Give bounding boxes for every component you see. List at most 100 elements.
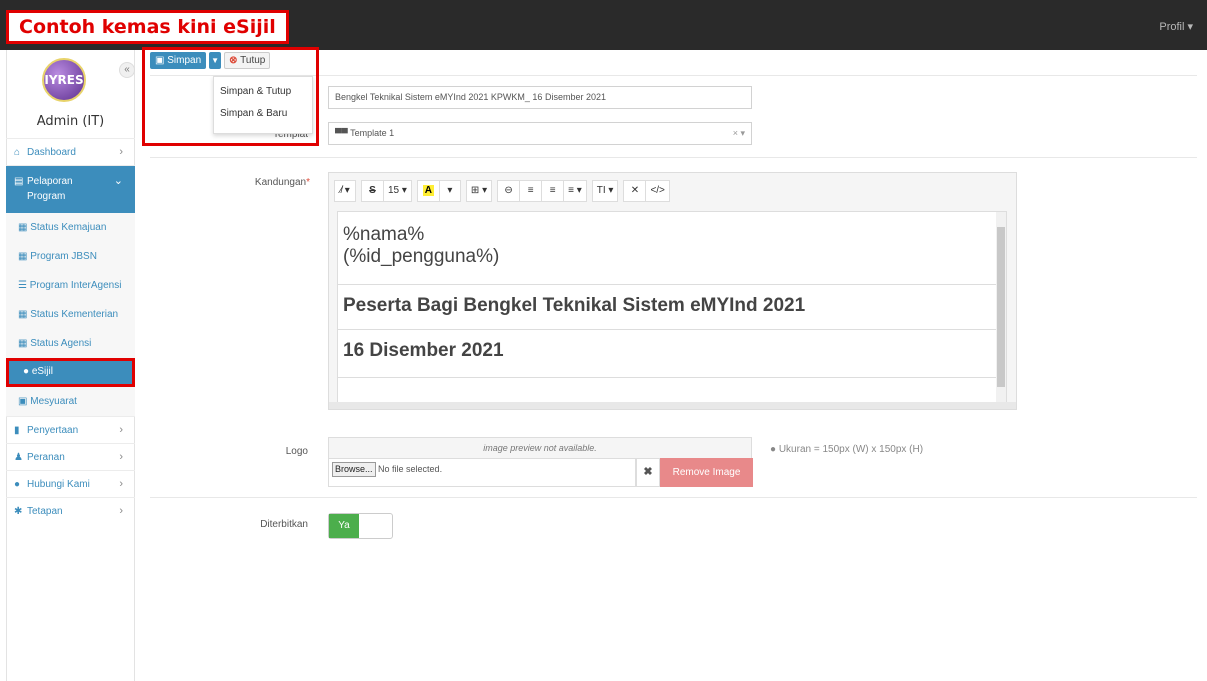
template-clear[interactable]: × ▾ bbox=[733, 123, 745, 144]
divider bbox=[150, 157, 1197, 158]
remove-image-button[interactable]: Remove Image bbox=[660, 458, 753, 487]
rich-text-editor: ⁄̸ ▾ S 15 ▾ A ▾ ⊞ ▾ ⊖ ≡ ≡ ≡ ▾ TI ▾ ✕ </>… bbox=[328, 172, 1017, 410]
sidebar-item-peranan[interactable]: ♟ Peranan › bbox=[6, 443, 135, 470]
sidebar-item-pelaporan[interactable]: ▤ Pelaporan Program ⌄ bbox=[6, 165, 135, 213]
font-size-button[interactable]: 15 ▾ bbox=[383, 180, 412, 202]
sidebar-subitem-esijil[interactable]: ● eSijil bbox=[6, 358, 135, 387]
sidebar-subitem-program-interagensi[interactable]: ☰ Program InterAgensi bbox=[18, 271, 135, 300]
logo-label: Logo bbox=[285, 446, 308, 457]
editor-resize-handle[interactable] bbox=[329, 402, 1016, 409]
strikethrough-button[interactable]: S bbox=[361, 180, 383, 202]
image-preview: image preview not available. bbox=[328, 437, 752, 459]
calendar-icon: ▣ bbox=[18, 396, 31, 407]
color-group: A ▾ bbox=[416, 180, 461, 202]
sidebar-item-dashboard[interactable]: ⌂ Dashboard › bbox=[6, 138, 135, 165]
sidebar-subitem-status-agensi[interactable]: ▦ Status Agensi bbox=[18, 329, 135, 358]
editor-cell: 16 Disember 2021 bbox=[338, 330, 1006, 378]
report-icon: ▤ bbox=[14, 176, 24, 187]
sidebar-item-penyertaan[interactable]: ▮ Penyertaan › bbox=[6, 416, 135, 443]
caption-label: Contoh kemas kini eSijil bbox=[6, 10, 289, 44]
ordered-list-button[interactable]: ≡ bbox=[541, 180, 564, 202]
content-label-text: Kandungan bbox=[254, 177, 307, 188]
template-value: Template 1 bbox=[350, 128, 395, 138]
sidebar-item-label: Tetapan bbox=[27, 505, 63, 517]
sidebar-item-label: Dashboard bbox=[27, 146, 76, 158]
highlight-color-button[interactable]: A bbox=[416, 180, 439, 202]
size-hint: ● Ukuran = 150px (W) x 150px (H) bbox=[770, 444, 923, 455]
admin-name: Admin (IT) bbox=[36, 114, 105, 129]
sidebar-item-label: Penyertaan bbox=[27, 424, 79, 436]
home-icon: ⌂ bbox=[14, 146, 21, 158]
link-button[interactable]: ⊖ bbox=[497, 180, 520, 202]
no-file-text: No file selected. bbox=[378, 464, 443, 474]
table-icon: ▦ bbox=[18, 338, 31, 349]
subitem-label: Mesyuarat bbox=[30, 396, 77, 407]
table-button[interactable]: ⊞ ▾ bbox=[465, 180, 493, 202]
paragraph-button[interactable]: ≡ ▾ bbox=[563, 180, 587, 202]
subitem-label: Status Kemajuan bbox=[30, 222, 107, 233]
title-input[interactable]: Bengkel Teknikal Sistem eMYInd 2021 KPWK… bbox=[328, 86, 752, 109]
chevron-right-icon: › bbox=[119, 505, 123, 517]
table-icon: ▦ bbox=[18, 222, 31, 233]
editor-cell: %nama% (%id_pengguna%) bbox=[338, 212, 1006, 285]
subitem-label: Status Kementerian bbox=[30, 309, 119, 320]
sidebar-collapse-button[interactable]: « bbox=[119, 62, 135, 78]
sidebar-item-label: Hubungi Kami bbox=[27, 478, 90, 490]
editor-cell: Peserta Bagi Bengkel Teknikal Sistem eMY… bbox=[338, 285, 1006, 330]
subitem-label: eSijil bbox=[31, 366, 53, 377]
circle-icon: ● bbox=[23, 366, 32, 377]
divider bbox=[150, 497, 1197, 498]
clipboard-icon: ▮ bbox=[14, 424, 20, 436]
content-line: %nama% bbox=[343, 224, 425, 245]
user-icon: ♟ bbox=[14, 451, 23, 463]
magic-style-button[interactable]: ⁄̸ ▾ bbox=[334, 180, 356, 202]
size-hint-text: Ukuran = 150px (W) x 150px (H) bbox=[778, 444, 924, 455]
chat-icon: ● bbox=[14, 478, 21, 490]
sidebar-nav: ⌂ Dashboard › ▤ Pelaporan Program ⌄ ▦ St… bbox=[6, 138, 135, 524]
editor-toolbar: ⁄̸ ▾ S 15 ▾ A ▾ ⊞ ▾ ⊖ ≡ ≡ ≡ ▾ TI ▾ ✕ </> bbox=[329, 173, 1016, 209]
color-dropdown-button[interactable]: ▾ bbox=[438, 180, 461, 202]
line-height-button[interactable]: TI ▾ bbox=[591, 180, 619, 202]
info-icon: ● bbox=[770, 444, 779, 455]
required-mark: * bbox=[306, 177, 310, 188]
editor-content[interactable]: %nama% (%id_pengguna%) Peserta Bagi Beng… bbox=[337, 211, 1007, 403]
gear-icon: ✱ bbox=[14, 505, 23, 517]
list-icon: ☰ bbox=[18, 280, 30, 291]
chevron-right-icon: › bbox=[119, 478, 123, 490]
submenu: ▦ Status Kemajuan ▦ Program JBSN ☰ Progr… bbox=[6, 213, 135, 416]
list-group: ⊖ ≡ ≡ ≡ ▾ bbox=[497, 180, 587, 202]
chevron-right-icon: › bbox=[119, 451, 123, 463]
profile-menu[interactable]: Profil ▾ bbox=[1159, 20, 1193, 33]
app-logo: IYRES bbox=[42, 58, 86, 102]
chevron-down-icon: ⌄ bbox=[113, 175, 123, 187]
highlight-box bbox=[142, 47, 319, 146]
table-icon: ▦ bbox=[18, 251, 31, 262]
scrollbar-thumb[interactable] bbox=[997, 227, 1005, 387]
sidebar-subitem-program-jbsn[interactable]: ▦ Program JBSN bbox=[18, 242, 135, 271]
browse-button[interactable]: Browse... bbox=[332, 462, 376, 477]
table-icon: ▦ bbox=[18, 309, 31, 320]
template-icon: ▀▀ bbox=[335, 128, 351, 138]
code-view-button[interactable]: </> bbox=[645, 180, 670, 202]
sidebar-item-tetapan[interactable]: ✱ Tetapan › bbox=[6, 497, 135, 524]
clear-file-button[interactable]: ✖ bbox=[636, 458, 660, 487]
subitem-label: Program JBSN bbox=[30, 251, 97, 262]
sidebar-subitem-mesyuarat[interactable]: ▣ Mesyuarat bbox=[18, 387, 135, 416]
sidebar-subitem-status-kementerian[interactable]: ▦ Status Kementerian bbox=[18, 300, 135, 329]
published-toggle[interactable]: Ya bbox=[328, 513, 393, 539]
published-label: Diterbitkan bbox=[260, 519, 308, 530]
fullscreen-button[interactable]: ✕ bbox=[623, 180, 646, 202]
editor-scrollbar[interactable] bbox=[996, 212, 1006, 402]
file-input[interactable]: Browse... No file selected. bbox=[328, 458, 636, 487]
font-group: S 15 ▾ bbox=[361, 180, 412, 202]
toggle-on-label: Ya bbox=[329, 514, 359, 538]
sidebar-subitem-status-kemajuan[interactable]: ▦ Status Kemajuan bbox=[18, 213, 135, 242]
view-group: ✕ </> bbox=[623, 180, 670, 202]
subitem-label: Program InterAgensi bbox=[29, 280, 122, 291]
subitem-label: Status Agensi bbox=[30, 338, 92, 349]
sidebar-item-hubungi-kami[interactable]: ● Hubungi Kami › bbox=[6, 470, 135, 497]
chevron-right-icon: › bbox=[119, 146, 123, 158]
unordered-list-button[interactable]: ≡ bbox=[519, 180, 542, 202]
template-select[interactable]: ▀▀ Template 1 × ▾ bbox=[328, 122, 752, 145]
sidebar-item-label: Peranan bbox=[27, 451, 65, 463]
